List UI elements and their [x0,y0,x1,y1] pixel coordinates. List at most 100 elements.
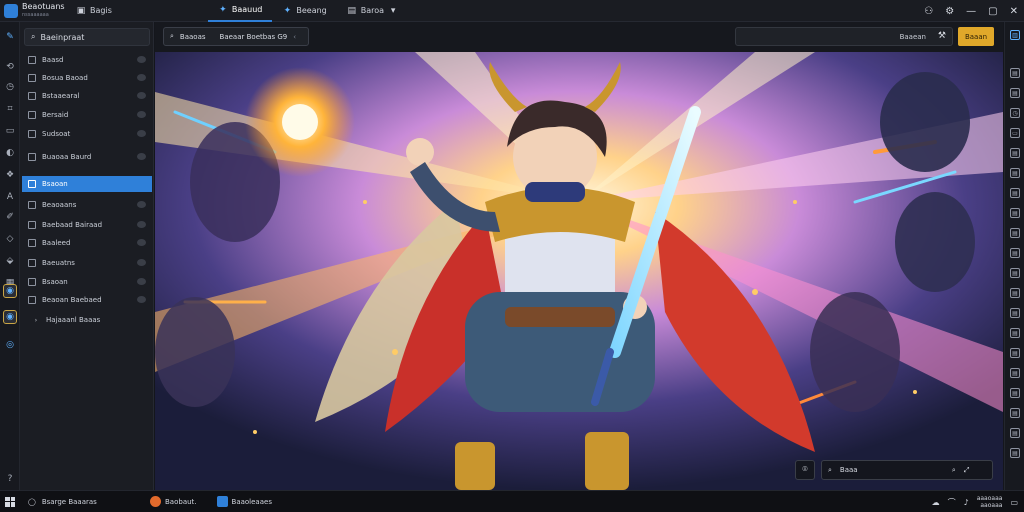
tab-label: Baroa [360,6,385,15]
layer-icon[interactable]: ▤ [1010,288,1020,298]
sidebar-item[interactable]: Beaoaans [22,197,152,213]
frame-icon[interactable]: ▭ [3,124,17,138]
expand-icon[interactable]: ⤢ [964,466,970,475]
layer-icon[interactable]: ▤ [1010,88,1020,98]
sidebar-item[interactable]: Buaoaa Baurd [22,149,152,165]
layer-icon[interactable]: ▤ [1010,248,1020,258]
visibility-icon[interactable] [137,74,146,81]
settings-icon[interactable]: ⚙ [945,6,954,17]
app-icon [216,496,228,507]
layer-icon[interactable]: ▤ [1010,388,1020,398]
magic-wand-icon[interactable]: ⚒ [938,31,946,41]
layer-icon[interactable]: ▤ [1010,328,1020,338]
layer-icon[interactable]: ▤ [1010,168,1020,178]
sidebar-item[interactable]: Bersaid [22,107,152,123]
layers-icon[interactable]: ⟲ [3,60,17,74]
layer-icon[interactable]: ▤ [1010,408,1020,418]
sidebar-item-label: Baeuatns [42,259,75,267]
visibility-icon[interactable] [137,153,146,160]
canvas-search[interactable]: ⌕ Baaa ⌕ ⤢ [821,460,993,480]
brush-icon[interactable]: ✐ [3,210,17,224]
sidebar-item[interactable]: Baeuatns [22,255,152,271]
help-icon[interactable]: ? [3,472,17,486]
camera-button[interactable]: ⌾ [795,460,815,480]
taskbar-search[interactable]: ◯ Bsarge Baaaras [20,491,140,512]
stamp-icon[interactable]: ⬙ [3,254,17,268]
minimize-icon[interactable]: — [966,6,976,17]
notification-icon[interactable]: ▭ [1010,498,1018,507]
tab-1[interactable]: ✦ Baauud [207,0,273,22]
sidebar-item[interactable]: › Hajaaanl Baaas [22,312,152,328]
zoom-icon[interactable]: ⌕ [952,466,956,475]
visibility-icon[interactable] [137,221,146,228]
chevron-left-icon[interactable]: ‹ [293,33,296,41]
crop-icon[interactable]: ⌗ [3,102,17,116]
shape-icon[interactable]: ◇ [3,232,17,246]
visibility-icon[interactable] [137,259,146,266]
sidebar-item[interactable]: Baaleed [22,235,152,251]
layer-icon[interactable]: ▤ [1010,148,1020,158]
maximize-icon[interactable]: ▢ [988,6,997,17]
magic-wand-icon[interactable]: ✎ [3,30,17,44]
sidebar-item[interactable]: Bstaaearal [22,88,152,104]
panel-icon[interactable]: ▥ [1010,30,1020,40]
sidebar-item-label: Baasd [42,56,64,64]
frame-icon[interactable]: ▭ [1010,128,1020,138]
text-icon[interactable]: A [3,190,17,204]
filter-input[interactable]: ⌕ Baaoas Baeaar Boetbas G9 ‹ [163,27,309,46]
sidebar-item[interactable]: Beaoan Baebaed [22,292,152,308]
cloud-icon[interactable]: ☁ [932,498,940,507]
user-icon[interactable]: ⚇ [924,6,933,17]
sidebar-item[interactable]: Bsaoan [22,274,152,290]
visibility-icon[interactable] [137,296,146,303]
globe-icon[interactable]: ◉ [3,284,17,298]
tab-2[interactable]: ✦ Beeang [272,0,336,22]
menu-item[interactable]: ▣ Bagis [70,0,118,22]
layer-icon[interactable]: ▤ [1010,268,1020,278]
volume-icon[interactable]: ♪ [964,498,969,507]
sidebar-search[interactable]: ⌕ Baeinpraat [24,28,150,46]
layer-icon [28,201,36,209]
visibility-icon[interactable] [137,278,146,285]
clock[interactable]: aaaoaaa aaoaaa [977,495,1003,509]
visibility-icon[interactable] [137,239,146,246]
sidebar-item[interactable]: Baebaad Bairaad [22,217,152,233]
history-icon[interactable]: ◷ [3,80,17,94]
asset-search[interactable]: Baaean ⚒ [735,27,953,46]
visibility-icon[interactable] [137,201,146,208]
network-icon[interactable]: ⌒ [948,497,956,508]
primary-button[interactable]: Baaan [958,27,994,46]
close-icon[interactable]: ✕ [1010,6,1018,17]
history-icon[interactable]: ◷ [1010,108,1020,118]
visibility-icon[interactable] [137,111,146,118]
globe-icon[interactable]: ◉ [3,310,17,324]
layer-icon[interactable]: ▤ [1010,448,1020,458]
layer-icon[interactable]: ▤ [1010,188,1020,198]
search-icon: ⌕ [170,32,174,40]
taskbar-app-1[interactable]: Baobaut. [140,491,207,512]
layer-icon [28,180,36,188]
layer-icon[interactable]: ▤ [1010,228,1020,238]
visibility-icon[interactable] [137,130,146,137]
layer-icon[interactable]: ▤ [1010,428,1020,438]
layer-icon[interactable]: ▤ [1010,68,1020,78]
layer-icon[interactable]: ▤ [1010,368,1020,378]
sidebar-item[interactable]: Bosua Baoad [22,70,152,86]
sidebar-item[interactable]: Sudsoat [22,126,152,142]
chevron-down-icon[interactable]: ▾ [388,6,398,16]
taskbar-app-2[interactable]: Baaoleaaes [207,491,282,512]
effects-icon[interactable]: ❖ [3,168,17,182]
tab-3[interactable]: ▤ Baroa ▾ [337,0,408,22]
layer-icon[interactable]: ▤ [1010,208,1020,218]
sidebar-item[interactable]: Baasd [22,52,152,68]
target-icon[interactable]: ◎ [3,338,17,352]
visibility-icon[interactable] [137,56,146,63]
start-button[interactable] [0,491,20,512]
visibility-icon[interactable] [137,92,146,99]
layer-icon[interactable]: ▤ [1010,348,1020,358]
layer-icon[interactable]: ▤ [1010,308,1020,318]
system-tray: ☁ ⌒ ♪ aaaoaaa aaoaaa ▭ [932,491,1018,512]
sidebar-item[interactable]: Bsaoan [22,176,152,192]
adjust-icon[interactable]: ◐ [3,146,17,160]
file-icon: ▣ [76,5,86,16]
